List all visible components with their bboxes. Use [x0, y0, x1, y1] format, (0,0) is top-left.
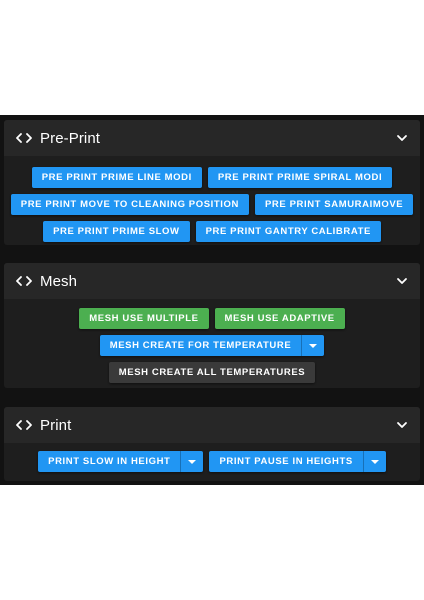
- button-row: PRINT SLOW IN HEIGHT PRINT PAUSE IN HEIG…: [4, 451, 420, 472]
- button-row: MESH USE MULTIPLE MESH USE ADAPTIVE: [4, 308, 420, 329]
- panel-title: Pre-Print: [40, 129, 101, 147]
- caret-down-icon[interactable]: [362, 451, 386, 472]
- panel-print: Print PRINT SLOW IN HEIGHT PRINT PAUSE I…: [4, 407, 420, 481]
- mesh-use-multiple-button[interactable]: MESH USE MULTIPLE: [79, 308, 209, 329]
- code-icon: [16, 418, 32, 432]
- pre-print-move-to-cleaning-position-button[interactable]: PRE PRINT MOVE TO CLEANING POSITION: [10, 194, 249, 215]
- panel-mesh: Mesh MESH USE MULTIPLE MESH USE ADAPTIVE…: [4, 263, 420, 388]
- panel-pre-print: Pre-Print PRE PRINT PRIME LINE MODI PRE …: [4, 120, 420, 245]
- button-row: MESH CREATE ALL TEMPERATURES: [4, 362, 420, 383]
- caret-down-icon[interactable]: [180, 451, 203, 472]
- panel-body: PRINT SLOW IN HEIGHT PRINT PAUSE IN HEIG…: [4, 443, 420, 472]
- panel-header-pre-print[interactable]: Pre-Print: [4, 120, 420, 156]
- panel-header-mesh[interactable]: Mesh: [4, 263, 420, 299]
- panel-title: Print: [40, 416, 72, 434]
- pre-print-prime-slow-button[interactable]: PRE PRINT PRIME SLOW: [43, 221, 190, 242]
- caret-down-icon[interactable]: [301, 335, 324, 356]
- panel-body: MESH USE MULTIPLE MESH USE ADAPTIVE MESH…: [4, 299, 420, 383]
- code-icon: [16, 274, 32, 288]
- button-row: PRE PRINT PRIME SLOW PRE PRINT GANTRY CA…: [4, 221, 420, 242]
- mesh-create-all-temperatures-button[interactable]: MESH CREATE ALL TEMPERATURES: [108, 362, 316, 383]
- print-pause-in-heights-button[interactable]: PRINT PAUSE IN HEIGHTS: [209, 451, 386, 472]
- pre-print-prime-line-modi-button[interactable]: PRE PRINT PRIME LINE MODI: [31, 167, 202, 188]
- pre-print-prime-spiral-modi-button[interactable]: PRE PRINT PRIME SPIRAL MODI: [207, 167, 393, 188]
- button-label: PRINT SLOW IN HEIGHT: [48, 456, 171, 467]
- panel-header-print[interactable]: Print: [4, 407, 420, 443]
- mesh-use-adaptive-button[interactable]: MESH USE ADAPTIVE: [214, 308, 345, 329]
- print-slow-in-height-button[interactable]: PRINT SLOW IN HEIGHT: [38, 451, 204, 472]
- chevron-down-icon[interactable]: [396, 132, 408, 144]
- chevron-down-icon[interactable]: [396, 419, 408, 431]
- button-row: PRE PRINT PRIME LINE MODI PRE PRINT PRIM…: [4, 167, 420, 188]
- pre-print-gantry-calibrate-button[interactable]: PRE PRINT GANTRY CALIBRATE: [195, 221, 381, 242]
- panel-body: PRE PRINT PRIME LINE MODI PRE PRINT PRIM…: [4, 156, 420, 242]
- button-row: PRE PRINT MOVE TO CLEANING POSITION PRE …: [4, 194, 420, 215]
- pre-print-samuraimove-button[interactable]: PRE PRINT SAMURAIMOVE: [255, 194, 414, 215]
- code-icon: [16, 131, 32, 145]
- button-label: PRINT PAUSE IN HEIGHTS: [219, 456, 353, 467]
- chevron-down-icon[interactable]: [396, 275, 408, 287]
- macro-dashboard: Pre-Print PRE PRINT PRIME LINE MODI PRE …: [0, 115, 424, 485]
- panel-title: Mesh: [40, 272, 78, 290]
- button-label: MESH CREATE FOR TEMPERATURE: [109, 340, 292, 351]
- mesh-create-for-temperature-button[interactable]: MESH CREATE FOR TEMPERATURE: [99, 335, 325, 356]
- button-row: MESH CREATE FOR TEMPERATURE: [4, 335, 420, 356]
